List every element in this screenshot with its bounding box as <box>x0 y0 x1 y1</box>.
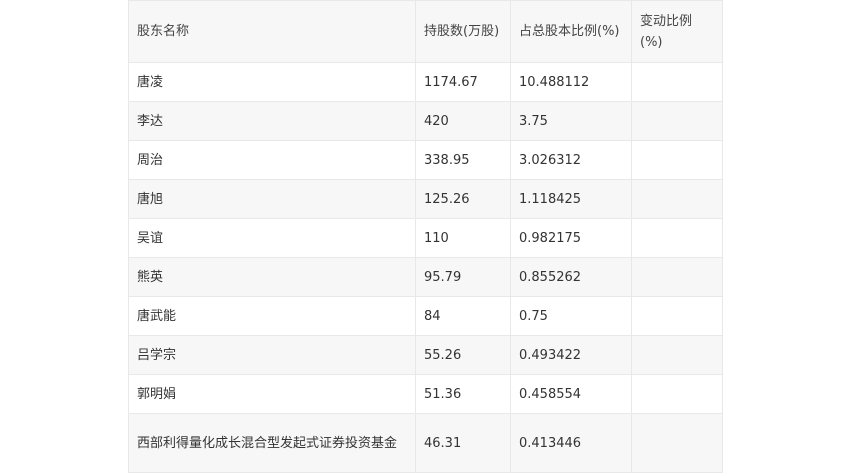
shareholder-table-container: 股东名称 持股数(万股) 占总股本比例(%) 变动比例(%) 唐凌 1174.6… <box>128 0 723 473</box>
cell-change-ratio <box>631 140 723 180</box>
cell-share-ratio: 10.488112 <box>510 62 632 102</box>
cell-share-ratio: 1.118425 <box>510 179 632 219</box>
cell-share-ratio: 0.982175 <box>510 218 632 258</box>
cell-change-ratio <box>631 374 723 414</box>
cell-share-ratio: 0.75 <box>510 296 632 336</box>
cell-change-ratio <box>631 179 723 219</box>
cell-shares-held: 95.79 <box>415 257 511 297</box>
table-row: 唐凌 1174.67 10.488112 <box>128 62 723 102</box>
shareholder-table: 股东名称 持股数(万股) 占总股本比例(%) 变动比例(%) 唐凌 1174.6… <box>128 0 723 473</box>
header-shareholder-name: 股东名称 <box>128 0 416 63</box>
cell-change-ratio <box>631 218 723 258</box>
table-row: 熊英 95.79 0.855262 <box>128 257 723 297</box>
table-row: 唐旭 125.26 1.118425 <box>128 179 723 219</box>
cell-shareholder-name: 西部利得量化成长混合型发起式证券投资基金 <box>128 413 416 473</box>
header-change-ratio: 变动比例(%) <box>631 0 723 63</box>
cell-change-ratio <box>631 335 723 375</box>
cell-shares-held: 51.36 <box>415 374 511 414</box>
cell-share-ratio: 0.493422 <box>510 335 632 375</box>
cell-shares-held: 84 <box>415 296 511 336</box>
table-row: 吕学宗 55.26 0.493422 <box>128 335 723 375</box>
table-row: 吴谊 110 0.982175 <box>128 218 723 258</box>
cell-share-ratio: 3.026312 <box>510 140 632 180</box>
cell-share-ratio: 0.855262 <box>510 257 632 297</box>
cell-change-ratio <box>631 257 723 297</box>
header-share-ratio: 占总股本比例(%) <box>510 0 632 63</box>
cell-shares-held: 110 <box>415 218 511 258</box>
table-row: 李达 420 3.75 <box>128 101 723 141</box>
cell-shares-held: 338.95 <box>415 140 511 180</box>
cell-shares-held: 46.31 <box>415 413 511 473</box>
table-row: 周治 338.95 3.026312 <box>128 140 723 180</box>
cell-change-ratio <box>631 62 723 102</box>
cell-shareholder-name: 吕学宗 <box>128 335 416 375</box>
cell-shareholder-name: 唐旭 <box>128 179 416 219</box>
cell-shareholder-name: 唐武能 <box>128 296 416 336</box>
cell-shareholder-name: 唐凌 <box>128 62 416 102</box>
cell-change-ratio <box>631 413 723 473</box>
cell-shareholder-name: 熊英 <box>128 257 416 297</box>
table-header-row: 股东名称 持股数(万股) 占总股本比例(%) 变动比例(%) <box>128 0 723 63</box>
cell-share-ratio: 0.458554 <box>510 374 632 414</box>
table-row: 郭明娟 51.36 0.458554 <box>128 374 723 414</box>
table-row: 唐武能 84 0.75 <box>128 296 723 336</box>
table-row: 西部利得量化成长混合型发起式证券投资基金 46.31 0.413446 <box>128 413 723 473</box>
header-shares-held: 持股数(万股) <box>415 0 511 63</box>
cell-shareholder-name: 郭明娟 <box>128 374 416 414</box>
cell-shareholder-name: 周治 <box>128 140 416 180</box>
cell-shareholder-name: 李达 <box>128 101 416 141</box>
cell-shares-held: 55.26 <box>415 335 511 375</box>
cell-shares-held: 1174.67 <box>415 62 511 102</box>
cell-shareholder-name: 吴谊 <box>128 218 416 258</box>
cell-share-ratio: 3.75 <box>510 101 632 141</box>
cell-change-ratio <box>631 101 723 141</box>
cell-change-ratio <box>631 296 723 336</box>
cell-shares-held: 420 <box>415 101 511 141</box>
cell-shares-held: 125.26 <box>415 179 511 219</box>
cell-share-ratio: 0.413446 <box>510 413 632 473</box>
